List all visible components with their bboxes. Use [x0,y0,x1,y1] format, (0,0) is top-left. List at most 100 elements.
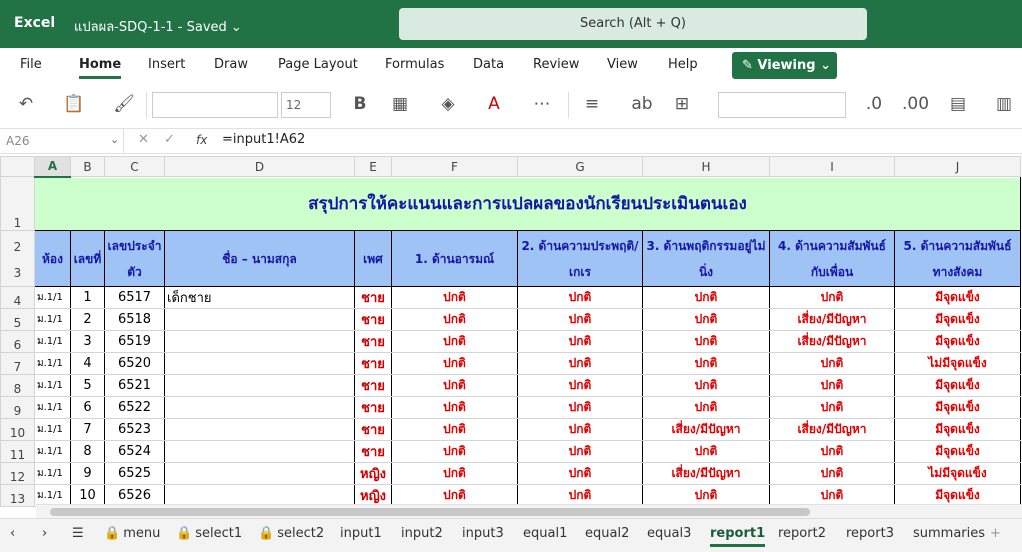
cell-id[interactable]: 6524 [104,440,165,463]
cell-hyperactivity[interactable]: ปกติ [642,330,770,353]
col-header[interactable]: A [34,156,71,178]
tab-input1[interactable]: input1 [340,526,382,541]
col-header[interactable]: D [164,156,355,177]
row-header[interactable]: 10 [0,418,35,441]
tab-report1[interactable]: report1 [710,526,766,547]
cell-hyperactivity[interactable]: ปกติ [642,440,770,463]
undo-icon[interactable]: ↶ [14,92,38,116]
cell-no[interactable]: 4 [70,352,105,375]
cell-peer[interactable]: ปกติ [769,440,895,463]
cell-emotion[interactable]: ปกติ [391,308,518,331]
cell-social[interactable]: มีจุดแข็ง [894,374,1021,397]
row-header[interactable]: 23 [0,230,35,287]
cell-id[interactable]: 6522 [104,396,165,419]
row-header[interactable]: 12 [0,462,35,485]
cell-sex[interactable]: ชาย [354,308,392,331]
cell-no[interactable]: 5 [70,374,105,397]
col-header[interactable]: E [354,156,392,177]
header-emotion[interactable]: 1. ด้านอารมณ์ [391,230,518,287]
wrap-text-icon[interactable]: ab [630,92,654,116]
format-table-icon[interactable]: ▥ [992,92,1016,116]
fill-color-icon[interactable]: ◈ [436,92,460,116]
cell-social[interactable]: มีจุดแข็ง [894,440,1021,463]
cell-conduct[interactable]: ปกติ [517,462,643,485]
cell-peer[interactable]: เสี่ยง/มีปัญหา [769,330,895,353]
paste-icon[interactable]: 📋 [62,92,86,116]
col-header[interactable]: J [894,156,1021,177]
cell-peer[interactable]: ปกติ [769,374,895,397]
cell-name[interactable] [164,330,355,353]
cell-hyperactivity[interactable]: เสี่ยง/มีปัญหา [642,462,770,485]
scroll-left-icon[interactable]: ‹ [10,526,15,541]
cell-room[interactable]: ม.1/1 [34,308,71,331]
conditional-format-icon[interactable]: ▤ [946,92,970,116]
row-header[interactable]: 13 [0,484,35,507]
document-title[interactable]: แปลผล-SDQ-1-1 - Saved ⌄ [74,16,242,37]
cell-sex[interactable]: ชาย [354,330,392,353]
col-header[interactable]: H [642,156,770,177]
cell-social[interactable]: มีจุดแข็ง [894,330,1021,353]
header-social[interactable]: 5. ด้านความสัมพันธ์ทางสังคม [894,230,1021,287]
search-input[interactable]: Search (Alt + Q) [399,8,867,40]
cell-room[interactable]: ม.1/1 [34,352,71,375]
cell-room[interactable]: ม.1/1 [34,396,71,419]
cell-peer[interactable]: เสี่ยง/มีปัญหา [769,418,895,441]
tab-report3[interactable]: report3 [846,526,894,541]
col-header[interactable]: C [104,156,165,177]
tab-menu[interactable]: 🔒 menu [104,526,160,541]
cell-emotion[interactable]: ปกติ [391,396,518,419]
cell-name[interactable] [164,374,355,397]
cell-sex[interactable]: ชาย [354,440,392,463]
cell-emotion[interactable]: ปกติ [391,374,518,397]
cell-sex[interactable]: หญิง [354,462,392,485]
cell-conduct[interactable]: ปกติ [517,286,643,309]
cell-social[interactable]: มีจุดแข็ง [894,286,1021,309]
col-header[interactable]: I [769,156,895,177]
cell-no[interactable]: 6 [70,396,105,419]
menu-data[interactable]: Data [473,57,504,72]
cell-id[interactable]: 6523 [104,418,165,441]
cell-sex[interactable]: ชาย [354,286,392,309]
cell-name[interactable]: เด็กชาย [164,286,355,309]
cell-no[interactable]: 7 [70,418,105,441]
cell-conduct[interactable]: ปกติ [517,418,643,441]
col-header[interactable]: F [391,156,518,177]
cell-peer[interactable]: ปกติ [769,352,895,375]
cell-emotion[interactable]: ปกติ [391,440,518,463]
cell-hyperactivity[interactable]: ปกติ [642,374,770,397]
row-header[interactable]: 5 [0,308,35,331]
cell-conduct[interactable]: ปกติ [517,374,643,397]
tab-input3[interactable]: input3 [462,526,504,541]
col-header[interactable]: G [517,156,643,177]
format-painter-icon[interactable]: 🖌 [112,92,136,116]
cell-room[interactable]: ม.1/1 [34,462,71,485]
cell-no[interactable]: 1 [70,286,105,309]
cell-peer[interactable]: ปกติ [769,396,895,419]
tab-select1[interactable]: 🔒 select1 [176,526,242,541]
cell-room[interactable]: ม.1/1 [34,418,71,441]
cell-conduct[interactable]: ปกติ [517,352,643,375]
font-size-select[interactable]: 12 [281,92,331,118]
tab-select2[interactable]: 🔒 select2 [258,526,324,541]
cell-social[interactable]: มีจุดแข็ง [894,396,1021,419]
cell-name[interactable] [164,440,355,463]
row-header[interactable]: 1 [0,176,35,231]
menu-review[interactable]: Review [533,57,579,72]
row-header[interactable]: 8 [0,374,35,397]
cell-room[interactable]: ม.1/1 [34,440,71,463]
menu-view[interactable]: View [607,57,638,72]
cell-sex[interactable]: ชาย [354,374,392,397]
header-hyperactivity[interactable]: 3. ด้านพฤติกรรมอยู่ไม่นิ่ง [642,230,770,287]
menu-file[interactable]: File [20,57,42,72]
header-room[interactable]: ห้อง [34,230,71,287]
cell-id[interactable]: 6519 [104,330,165,353]
bold-icon[interactable]: B [348,92,372,116]
cell-emotion[interactable]: ปกติ [391,352,518,375]
merge-icon[interactable]: ⊞ [670,92,694,116]
cell-emotion[interactable]: ปกติ [391,330,518,353]
add-sheet-icon[interactable]: + [990,526,1001,541]
cell-id[interactable]: 6517 [104,286,165,309]
cell-hyperactivity[interactable]: เสี่ยง/มีปัญหา [642,418,770,441]
cancel-icon[interactable]: ✕ [138,132,149,147]
cell-peer[interactable]: เสี่ยง/มีปัญหา [769,308,895,331]
